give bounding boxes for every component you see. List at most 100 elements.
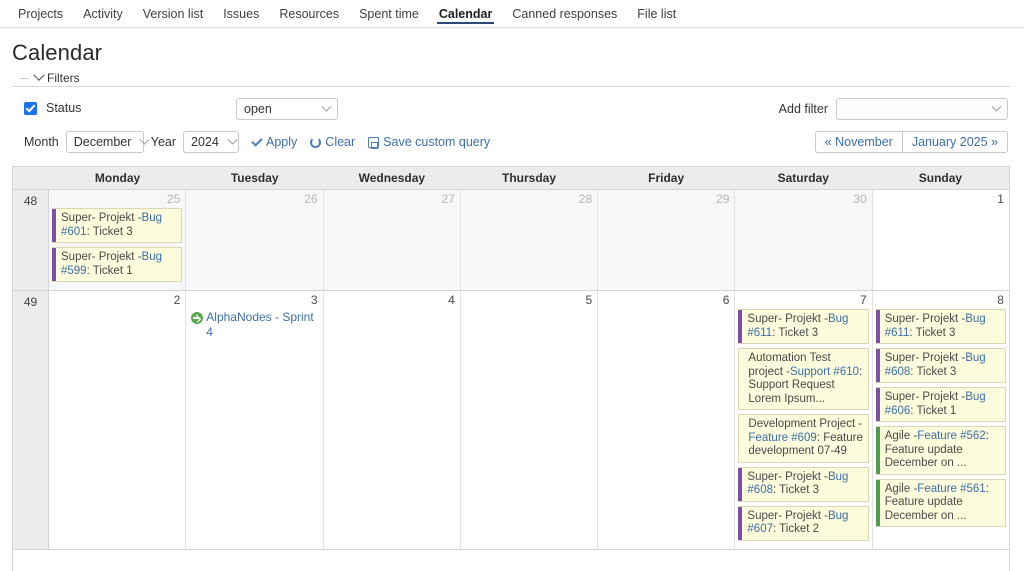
calendar-day-cell[interactable]: 7Super- Projekt -Bug #611: Ticket 3Autom… <box>735 291 872 549</box>
calendar-event[interactable]: Automation Test project -Support #610: S… <box>738 348 868 410</box>
calendar-day-cell[interactable]: 27 <box>324 190 461 290</box>
nav-tab-projects[interactable]: Projects <box>8 0 73 27</box>
event-project-prefix: Super- Projekt - <box>747 510 828 522</box>
calendar-event[interactable]: Super- Projekt -Bug #611: Ticket 3 <box>738 309 868 344</box>
calendar-table: MondayTuesdayWednesdayThursdayFridaySatu… <box>12 166 1010 571</box>
calendar-event[interactable]: Super- Projekt -Bug #607: Ticket 2 <box>738 506 868 541</box>
calendar-day-cell[interactable]: 30 <box>735 190 872 290</box>
event-tracker-bar <box>876 309 880 344</box>
event-subject: : Ticket 3 <box>909 327 955 339</box>
status-value-select[interactable]: open <box>236 98 338 120</box>
calendar-day-cell[interactable]: 4 <box>324 291 461 549</box>
week-number[interactable]: 48 <box>13 190 49 290</box>
event-subject: : Ticket 3 <box>772 327 818 339</box>
event-text: Super- Projekt -Bug #608: Ticket 3 <box>881 352 1001 379</box>
day-number: 6 <box>601 293 731 309</box>
status-checkbox[interactable] <box>24 102 37 115</box>
filters-legend-label: Filters <box>47 71 80 85</box>
month-select-value: December <box>74 135 132 149</box>
event-subject: : Ticket 3 <box>773 484 819 496</box>
save-disk-icon <box>368 137 379 148</box>
event-tracker-bar <box>52 208 56 243</box>
nav-tab-file-list[interactable]: File list <box>627 0 686 27</box>
sprint-entry[interactable]: AlphaNodes - Sprint 4 <box>189 309 319 342</box>
event-issue-link[interactable]: Feature #562 <box>917 430 985 442</box>
event-project-prefix: Super- Projekt - <box>885 352 966 364</box>
nav-tab-resources[interactable]: Resources <box>269 0 349 27</box>
chevron-down-icon <box>33 70 44 81</box>
calendar-event[interactable]: Super- Projekt -Bug #608: Ticket 3 <box>738 467 868 502</box>
event-issue-link[interactable]: Feature #561 <box>917 483 985 495</box>
event-tracker-bar <box>876 348 880 383</box>
calendar-event[interactable]: Development Project -Feature #609: Featu… <box>738 414 868 463</box>
nav-tab-issues[interactable]: Issues <box>213 0 269 27</box>
calendar-event[interactable]: Super- Projekt -Bug #611: Ticket 3 <box>876 309 1006 344</box>
event-text: Super- Projekt -Bug #611: Ticket 3 <box>881 313 1001 340</box>
year-label: Year <box>151 135 176 149</box>
calendar-day-cell[interactable]: 25Super- Projekt -Bug #601: Ticket 3 Supe… <box>49 190 186 290</box>
calendar-event[interactable]: Super- Projekt -Bug #599: Ticket 1 <box>52 247 182 282</box>
day-header-saturday: Saturday <box>735 167 872 189</box>
calendar-header-row: MondayTuesdayWednesdayThursdayFridaySatu… <box>13 167 1009 190</box>
calendar-day-cell[interactable]: 3AlphaNodes - Sprint 4 <box>186 291 323 549</box>
next-month-button[interactable]: January 2025 » <box>903 131 1008 153</box>
event-project-prefix: Agile - <box>885 483 918 495</box>
nav-tab-calendar[interactable]: Calendar <box>429 0 503 27</box>
day-number: 26 <box>189 192 319 208</box>
calendar-event[interactable]: Super- Projekt -Bug #601: Ticket 3 <box>52 208 182 243</box>
month-year-row: Month December Year 2024 Apply Clear Sav… <box>24 131 490 153</box>
previous-month-button[interactable]: « November <box>815 131 903 153</box>
week-number[interactable]: 49 <box>13 291 49 549</box>
filters-legend[interactable]: Filters <box>18 71 85 85</box>
event-tracker-bar <box>738 309 742 344</box>
calendar-day-cell[interactable]: 29 <box>598 190 735 290</box>
event-project-prefix: Development Project - <box>748 418 862 430</box>
chevron-down-icon <box>227 134 237 144</box>
day-number: 4 <box>327 293 457 309</box>
add-filter-row: Add filter <box>779 98 1008 120</box>
save-custom-query-button[interactable]: Save custom query <box>368 135 490 149</box>
calendar-event[interactable]: Agile -Feature #561: Feature update Dece… <box>876 479 1006 528</box>
month-select[interactable]: December <box>66 131 144 153</box>
calendar-day-cell[interactable]: 5 <box>461 291 598 549</box>
calendar-day-cell[interactable]: 26 <box>186 190 323 290</box>
legend-dash <box>20 78 29 79</box>
calendar-day-cell[interactable]: 1 <box>873 190 1009 290</box>
event-tracker-bar <box>52 247 56 282</box>
apply-button[interactable]: Apply <box>252 135 297 149</box>
year-select[interactable]: 2024 <box>183 131 239 153</box>
event-issue-link[interactable]: Support #610 <box>790 366 859 378</box>
add-filter-select[interactable] <box>836 98 1008 120</box>
day-header-friday: Friday <box>598 167 735 189</box>
calendar-event[interactable]: Super- Projekt -Bug #606: Ticket 1 <box>876 387 1006 422</box>
day-number: 27 <box>327 192 457 208</box>
nav-tab-version-list[interactable]: Version list <box>133 0 213 27</box>
calendar-day-cell[interactable]: 6 <box>598 291 735 549</box>
event-project-prefix: Super- Projekt - <box>885 391 966 403</box>
day-number: 3 <box>189 293 319 309</box>
clear-button[interactable]: Clear <box>310 135 355 149</box>
month-navigation: « November January 2025 » <box>815 131 1008 153</box>
nav-tab-spent-time[interactable]: Spent time <box>349 0 429 27</box>
status-filter-row: Status <box>24 101 81 115</box>
event-project-prefix: Super- Projekt - <box>885 313 966 325</box>
refresh-icon <box>310 137 321 148</box>
calendar-day-cell[interactable]: 8Super- Projekt -Bug #611: Ticket 3Super… <box>873 291 1009 549</box>
check-icon <box>251 135 262 146</box>
calendar-event[interactable]: Agile -Feature #562: Feature update Dece… <box>876 426 1006 475</box>
event-issue-link[interactable]: Feature #609 <box>748 432 816 444</box>
day-number: 25 <box>52 192 182 208</box>
nav-tab-activity[interactable]: Activity <box>73 0 133 27</box>
save-label: Save custom query <box>383 135 490 149</box>
calendar-day-cell[interactable]: 2 <box>49 291 186 549</box>
calendar-event[interactable]: Super- Projekt -Bug #608: Ticket 3 <box>876 348 1006 383</box>
event-text: Development Project -Feature #609: Featu… <box>744 418 863 459</box>
calendar-day-cell[interactable]: 28 <box>461 190 598 290</box>
nav-tab-canned-responses[interactable]: Canned responses <box>502 0 627 27</box>
filters-panel: Filters Status open Month December Year … <box>12 78 1010 159</box>
event-text: Super- Projekt -Bug #607: Ticket 2 <box>743 510 863 537</box>
event-tracker-bar <box>738 506 742 541</box>
event-text: Super- Projekt -Bug #611: Ticket 3 <box>743 313 863 340</box>
day-header-tuesday: Tuesday <box>186 167 323 189</box>
event-text: Super- Projekt -Bug #608: Ticket 3 <box>743 471 863 498</box>
